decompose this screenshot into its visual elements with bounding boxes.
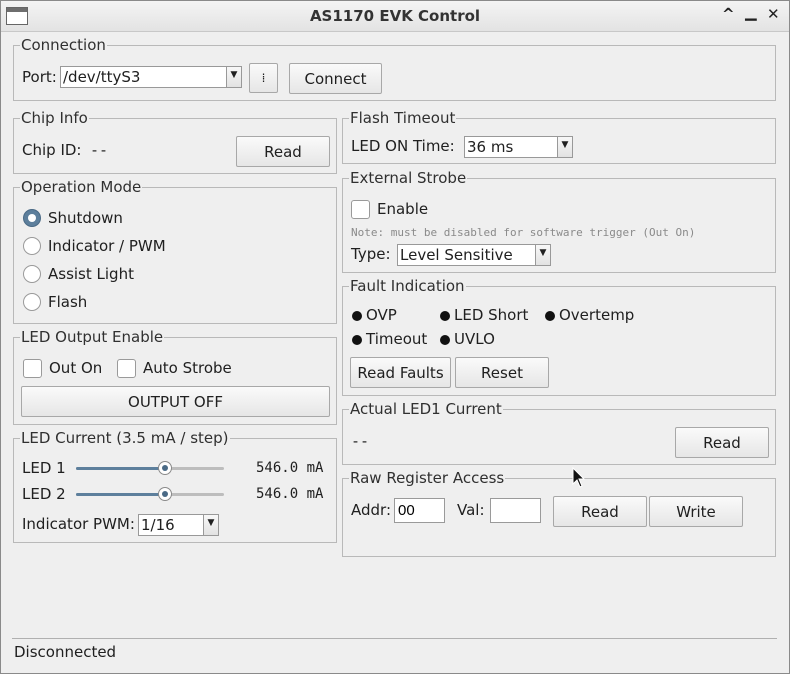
led-on-time-value: 36 ms bbox=[467, 138, 514, 156]
chevron-down-icon: ▼ bbox=[557, 137, 572, 157]
led2-slider-fill bbox=[76, 493, 165, 496]
chip-read-button[interactable]: Read bbox=[236, 136, 330, 167]
val-label: Val: bbox=[457, 501, 485, 519]
strobe-note: Note: must be disabled for software trig… bbox=[351, 226, 696, 239]
fault-led-short-indicator bbox=[440, 311, 450, 321]
mouse-pointer-icon bbox=[572, 467, 586, 488]
indicator-pwm-select[interactable]: 1/16 ▼ bbox=[138, 514, 219, 536]
connect-button[interactable]: Connect bbox=[289, 63, 382, 94]
maximize-icon[interactable]: ^ bbox=[722, 5, 735, 23]
register-read-button[interactable]: Read bbox=[553, 496, 647, 527]
register-write-button[interactable]: Write bbox=[649, 496, 743, 527]
port-select[interactable]: /dev/ttyS3 ▼ bbox=[60, 66, 242, 88]
fault-timeout-label: Timeout bbox=[366, 330, 428, 348]
fault-ovp-indicator bbox=[352, 311, 362, 321]
mode-assist-radio[interactable] bbox=[23, 265, 41, 283]
led1-slider-fill bbox=[76, 467, 165, 470]
led2-label: LED 2 bbox=[22, 485, 66, 503]
fault-led-short-label: LED Short bbox=[454, 306, 529, 324]
indicator-pwm-label: Indicator PWM: bbox=[22, 515, 135, 533]
actual-current-legend: Actual LED1 Current bbox=[350, 400, 502, 418]
chip-id-value: -- bbox=[90, 141, 109, 159]
led-on-time-select[interactable]: 36 ms ▼ bbox=[464, 136, 573, 158]
connection-legend: Connection bbox=[21, 36, 106, 54]
actual-current-read-button[interactable]: Read bbox=[675, 427, 769, 458]
mode-assist-label: Assist Light bbox=[48, 265, 134, 283]
led1-label: LED 1 bbox=[22, 459, 66, 477]
mode-indicator-label: Indicator / PWM bbox=[48, 237, 166, 255]
chevron-down-icon: ▼ bbox=[535, 245, 550, 265]
strobe-enable-checkbox[interactable] bbox=[351, 200, 370, 219]
port-value: /dev/ttyS3 bbox=[63, 68, 141, 86]
minimize-icon[interactable]: ▁ bbox=[745, 3, 757, 21]
auto-strobe-checkbox[interactable] bbox=[117, 359, 136, 378]
status-text: Disconnected bbox=[14, 643, 117, 661]
output-toggle-button[interactable]: OUTPUT OFF bbox=[21, 386, 330, 417]
actual-current-value: -- bbox=[351, 432, 370, 450]
out-on-label: Out On bbox=[49, 359, 103, 377]
strobe-type-select[interactable]: Level Sensitive ▼ bbox=[397, 244, 551, 266]
out-on-checkbox[interactable] bbox=[23, 359, 42, 378]
addr-input[interactable] bbox=[394, 498, 445, 523]
mode-flash-label: Flash bbox=[48, 293, 88, 311]
fault-uvlo-label: UVLO bbox=[454, 330, 495, 348]
title-bar: AS1170 EVK Control ^ ▁ ✕ bbox=[1, 1, 789, 32]
fault-overtemp-label: Overtemp bbox=[559, 306, 635, 324]
val-input[interactable] bbox=[490, 498, 541, 523]
port-label: Port: bbox=[22, 68, 57, 86]
addr-label: Addr: bbox=[351, 501, 391, 519]
fault-timeout-indicator bbox=[352, 335, 362, 345]
external-strobe-legend: External Strobe bbox=[350, 169, 467, 187]
mode-shutdown-radio[interactable] bbox=[23, 209, 41, 227]
led-current-legend: LED Current (3.5 mA / step) bbox=[21, 429, 229, 447]
led-on-time-label: LED ON Time: bbox=[351, 137, 455, 155]
flash-timeout-legend: Flash Timeout bbox=[350, 109, 456, 127]
fault-ovp-label: OVP bbox=[366, 306, 397, 324]
fault-uvlo-indicator bbox=[440, 335, 450, 345]
mode-shutdown-label: Shutdown bbox=[48, 209, 123, 227]
read-faults-button[interactable]: Read Faults bbox=[350, 357, 451, 388]
fault-indication-legend: Fault Indication bbox=[350, 277, 465, 295]
led-output-legend: LED Output Enable bbox=[21, 328, 164, 346]
status-separator bbox=[12, 638, 777, 639]
chevron-down-icon: ▼ bbox=[226, 67, 241, 87]
fault-overtemp-indicator bbox=[545, 311, 555, 321]
led1-slider-handle[interactable] bbox=[158, 461, 172, 475]
led1-value: 546.0 mA bbox=[256, 460, 324, 476]
strobe-type-label: Type: bbox=[351, 245, 391, 263]
auto-strobe-label: Auto Strobe bbox=[143, 359, 232, 377]
indicator-pwm-value: 1/16 bbox=[141, 516, 175, 534]
raw-register-legend: Raw Register Access bbox=[350, 469, 505, 487]
led2-value: 546.0 mA bbox=[256, 486, 324, 502]
browse-ports-button[interactable]: ⁞ bbox=[249, 63, 278, 93]
led1-slider[interactable] bbox=[76, 467, 224, 470]
close-icon[interactable]: ✕ bbox=[767, 5, 780, 23]
operation-mode-legend: Operation Mode bbox=[21, 178, 142, 196]
strobe-enable-label: Enable bbox=[377, 200, 429, 218]
chip-info-legend: Chip Info bbox=[21, 109, 88, 127]
window-title: AS1170 EVK Control bbox=[309, 7, 481, 25]
reset-faults-button[interactable]: Reset bbox=[455, 357, 549, 388]
led2-slider[interactable] bbox=[76, 493, 224, 496]
strobe-type-value: Level Sensitive bbox=[400, 246, 513, 264]
dotted-ports-icon: ⁞ bbox=[261, 71, 266, 85]
mode-indicator-radio[interactable] bbox=[23, 237, 41, 255]
chevron-down-icon: ▼ bbox=[203, 515, 218, 535]
mode-flash-radio[interactable] bbox=[23, 293, 41, 311]
led2-slider-handle[interactable] bbox=[158, 487, 172, 501]
chip-id-label: Chip ID: bbox=[22, 141, 82, 159]
